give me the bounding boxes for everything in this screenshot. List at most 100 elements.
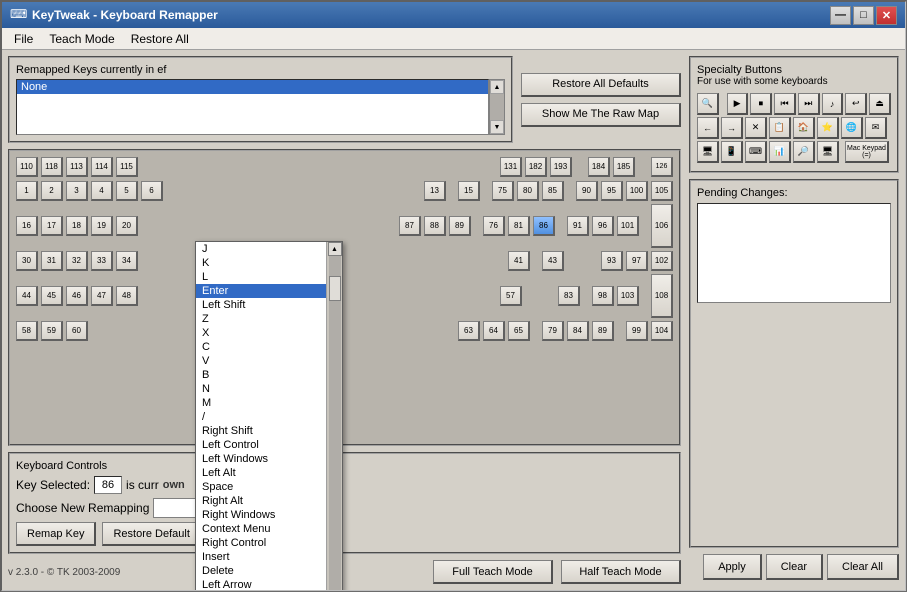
spec-icon-home[interactable]: 🏠: [793, 117, 815, 139]
key-dropdown-open[interactable]: J K L Enter Left Shift Z X C V B N M / R…: [195, 241, 343, 590]
spec-icon-next[interactable]: ⏭: [798, 93, 820, 115]
scroll-up-icon[interactable]: ▲: [490, 80, 504, 94]
key-103[interactable]: 103: [617, 286, 639, 306]
spec-icon-search[interactable]: 🔍: [697, 93, 719, 115]
dropdown-item-v[interactable]: B: [196, 368, 326, 382]
dropdown-item-left-shift[interactable]: Z: [196, 312, 326, 326]
key-80[interactable]: 80: [517, 181, 539, 201]
key-85[interactable]: 85: [542, 181, 564, 201]
dropdown-scrollbar[interactable]: ▲ ▼: [326, 242, 342, 590]
remapped-scrollbar[interactable]: ▲ ▼: [489, 79, 505, 135]
key-41[interactable]: 41: [508, 251, 530, 271]
key-185[interactable]: 185: [613, 157, 635, 177]
dropdown-item-space[interactable]: Right Alt: [196, 494, 326, 508]
minimize-button[interactable]: —: [830, 6, 851, 25]
key-58[interactable]: 58: [16, 321, 38, 341]
clear-button[interactable]: Clear: [766, 554, 823, 580]
key-101[interactable]: 101: [617, 216, 639, 236]
key-79[interactable]: 79: [542, 321, 564, 341]
key-100[interactable]: 100: [626, 181, 648, 201]
key-91[interactable]: 91: [567, 216, 589, 236]
key-64[interactable]: 64: [483, 321, 505, 341]
key-6[interactable]: 6: [141, 181, 163, 201]
key-126[interactable]: 126: [651, 157, 673, 177]
spec-icon-eject[interactable]: ⏏: [869, 93, 891, 115]
key-99[interactable]: 99: [626, 321, 648, 341]
spec-icon-monitor[interactable]: 🖥: [697, 141, 719, 163]
key-90[interactable]: 90: [576, 181, 598, 201]
full-teach-mode-button[interactable]: Full Teach Mode: [433, 560, 553, 584]
key-105[interactable]: 105: [651, 181, 673, 201]
key-182[interactable]: 182: [525, 157, 547, 177]
restore-all-defaults-button[interactable]: Restore All Defaults: [521, 73, 681, 97]
spec-icon-star[interactable]: ⭐: [817, 117, 839, 139]
key-131[interactable]: 131: [500, 157, 522, 177]
dropdown-item-delete[interactable]: Left Arrow: [196, 578, 326, 590]
dropdown-item-b[interactable]: N: [196, 382, 326, 396]
key-1[interactable]: 1: [16, 181, 38, 201]
key-15[interactable]: 15: [458, 181, 480, 201]
key-86[interactable]: 86: [533, 216, 555, 236]
apply-button[interactable]: Apply: [703, 554, 762, 580]
remapped-list[interactable]: None: [16, 79, 489, 135]
key-4[interactable]: 4: [91, 181, 113, 201]
key-5[interactable]: 5: [116, 181, 138, 201]
dropdown-item-n[interactable]: M: [196, 396, 326, 410]
key-43[interactable]: 43: [542, 251, 564, 271]
key-95[interactable]: 95: [601, 181, 623, 201]
dropdown-scroll-thumb[interactable]: [329, 276, 341, 301]
key-84[interactable]: 84: [567, 321, 589, 341]
key-60[interactable]: 60: [66, 321, 88, 341]
dropdown-item-m[interactable]: /: [196, 410, 326, 424]
key-81[interactable]: 81: [508, 216, 530, 236]
key-45[interactable]: 45: [41, 286, 63, 306]
dropdown-items-list[interactable]: J K L Enter Left Shift Z X C V B N M / R…: [196, 242, 326, 590]
remap-key-button[interactable]: Remap Key: [16, 522, 96, 546]
key-30[interactable]: 30: [16, 251, 38, 271]
key-89[interactable]: 89: [449, 216, 471, 236]
spec-icon-mac-keypad[interactable]: Mac Keypad (=): [845, 141, 889, 163]
dropdown-item-z[interactable]: X: [196, 326, 326, 340]
dropdown-item-context-menu[interactable]: Right Control: [196, 536, 326, 550]
remapped-list-item-none[interactable]: None: [17, 80, 488, 94]
dropdown-item-right-windows[interactable]: Context Menu: [196, 522, 326, 536]
key-18[interactable]: 18: [66, 216, 88, 236]
key-47[interactable]: 47: [91, 286, 113, 306]
key-108[interactable]: 108: [651, 274, 673, 318]
spec-icon-x[interactable]: ✕: [745, 117, 767, 139]
close-button[interactable]: ✕: [876, 6, 897, 25]
spec-icon-web[interactable]: 🌐: [841, 117, 863, 139]
spec-icon-doc[interactable]: 📋: [769, 117, 791, 139]
key-76[interactable]: 76: [483, 216, 505, 236]
key-63[interactable]: 63: [458, 321, 480, 341]
key-75[interactable]: 75: [492, 181, 514, 201]
key-97[interactable]: 97: [626, 251, 648, 271]
key-57[interactable]: 57: [500, 286, 522, 306]
dropdown-item-k[interactable]: K: [196, 256, 326, 270]
key-98[interactable]: 98: [592, 286, 614, 306]
key-184[interactable]: 184: [588, 157, 610, 177]
dropdown-item-x[interactable]: C: [196, 340, 326, 354]
key-19[interactable]: 19: [91, 216, 113, 236]
key-96[interactable]: 96: [592, 216, 614, 236]
dropdown-item-slash[interactable]: Right Shift: [196, 424, 326, 438]
spec-icon-stop[interactable]: ⏹: [750, 93, 772, 115]
key-83[interactable]: 83: [558, 286, 580, 306]
spec-icon-chart[interactable]: 📊: [769, 141, 791, 163]
key-114[interactable]: 114: [91, 157, 113, 177]
spec-icon-vol[interactable]: ♪: [822, 93, 844, 115]
spec-icon-right[interactable]: →: [721, 117, 743, 139]
dropdown-item-right-alt[interactable]: Right Windows: [196, 508, 326, 522]
key-106[interactable]: 106: [651, 204, 673, 248]
spec-icon-keyboard2[interactable]: ⌨: [745, 141, 767, 163]
half-teach-mode-button[interactable]: Half Teach Mode: [561, 560, 681, 584]
key-113[interactable]: 113: [66, 157, 88, 177]
key-88[interactable]: 88: [424, 216, 446, 236]
clear-all-button[interactable]: Clear All: [827, 554, 899, 580]
key-115[interactable]: 115: [116, 157, 138, 177]
key-31[interactable]: 31: [41, 251, 63, 271]
scroll-down-icon[interactable]: ▼: [490, 120, 504, 134]
spec-icon-left[interactable]: ←: [697, 117, 719, 139]
dropdown-item-j[interactable]: J: [196, 242, 326, 256]
key-48[interactable]: 48: [116, 286, 138, 306]
